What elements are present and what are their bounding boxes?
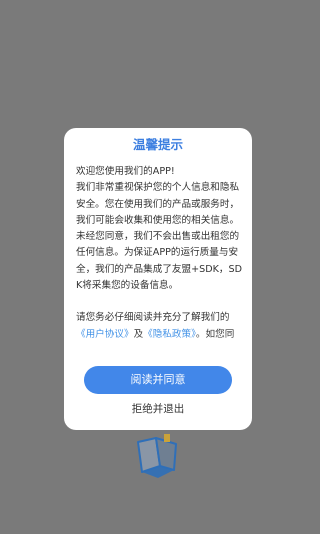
- dialog-body-scroll[interactable]: 欢迎您使用我们的APP! 我们非常重视保护您的个人信息和隐私安全。您在使用我们的…: [76, 164, 242, 348]
- privacy-notice-text: 我们非常重视保护您的个人信息和隐私安全。您在使用我们的产品或服务时，我们可能会收…: [76, 182, 242, 292]
- book-icon: [137, 434, 177, 478]
- read-prompt-before: 请您务必仔细阅读并充分了解我们的: [76, 312, 230, 324]
- reject-button[interactable]: 拒绝并退出: [108, 400, 208, 418]
- dialog-title: 温馨提示: [132, 137, 183, 152]
- privacy-dialog: 温馨提示 欢迎您使用我们的APP! 我们非常重视保护您的个人信息和隐私安全。您在…: [64, 128, 252, 430]
- scroll-fade: [64, 334, 252, 350]
- welcome-text: 欢迎您使用我们的APP!: [76, 166, 175, 177]
- agree-button[interactable]: 阅读并同意: [84, 366, 232, 394]
